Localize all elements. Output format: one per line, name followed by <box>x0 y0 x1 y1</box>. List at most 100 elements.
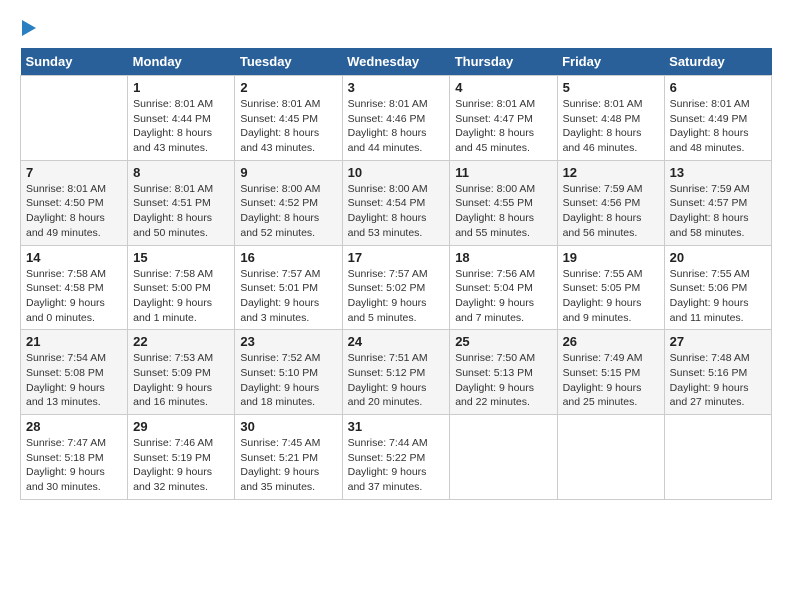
calendar-cell: 5Sunrise: 8:01 AMSunset: 4:48 PMDaylight… <box>557 76 664 161</box>
calendar-cell: 1 Sunrise: 8:01 AMSunset: 4:44 PMDaylight… <box>128 76 235 161</box>
weekday-header-sunday: Sunday <box>21 48 128 76</box>
day-number: 26 <box>563 334 659 349</box>
calendar-cell: 20 Sunrise: 7:55 AMSunset: 5:06 PMDayligh… <box>664 245 771 330</box>
calendar-cell: 30Sunrise: 7:45 AMSunset: 5:21 PMDayligh… <box>235 415 342 500</box>
day-number: 16 <box>240 250 336 265</box>
day-info: Sunrise: 7:59 AMSunset: 4:56 PMDaylight:… <box>563 182 659 241</box>
calendar-cell: 28 Sunrise: 7:47 AMSunset: 5:18 PMDayligh… <box>21 415 128 500</box>
calendar-cell: 9 Sunrise: 8:00 AMSunset: 4:52 PMDaylight… <box>235 160 342 245</box>
day-info: Sunrise: 7:54 AMSunset: 5:08 PMDaylight:… <box>26 351 122 410</box>
day-info: Sunrise: 7:55 AMSunset: 5:06 PMDaylight:… <box>670 267 766 326</box>
calendar-cell: 10 Sunrise: 8:00 AMSunset: 4:54 PMDayligh… <box>342 160 450 245</box>
calendar-table: SundayMondayTuesdayWednesdayThursdayFrid… <box>20 48 772 500</box>
calendar-week-row: 21 Sunrise: 7:54 AMSunset: 5:08 PMDayligh… <box>21 330 772 415</box>
day-number: 5 <box>563 80 659 95</box>
day-number: 1 <box>133 80 229 95</box>
day-info: Sunrise: 7:58 AMSunset: 5:00 PMDaylight:… <box>133 267 229 326</box>
calendar-cell: 21 Sunrise: 7:54 AMSunset: 5:08 PMDayligh… <box>21 330 128 415</box>
day-info: Sunrise: 8:01 AMSunset: 4:50 PMDaylight:… <box>26 182 122 241</box>
day-info: Sunrise: 7:58 AMSunset: 4:58 PMDaylight:… <box>26 267 122 326</box>
calendar-cell: 23 Sunrise: 7:52 AMSunset: 5:10 PMDayligh… <box>235 330 342 415</box>
day-info: Sunrise: 8:01 AMSunset: 4:45 PMDaylight:… <box>240 97 336 156</box>
day-info: Sunrise: 7:56 AMSunset: 5:04 PMDaylight:… <box>455 267 551 326</box>
day-number: 24 <box>348 334 445 349</box>
calendar-week-row: 1 Sunrise: 8:01 AMSunset: 4:44 PMDaylight… <box>21 76 772 161</box>
day-number: 21 <box>26 334 122 349</box>
day-info: Sunrise: 8:01 AMSunset: 4:51 PMDaylight:… <box>133 182 229 241</box>
weekday-header-thursday: Thursday <box>450 48 557 76</box>
calendar-cell: 17 Sunrise: 7:57 AMSunset: 5:02 PMDayligh… <box>342 245 450 330</box>
calendar-cell: 12 Sunrise: 7:59 AMSunset: 4:56 PMDayligh… <box>557 160 664 245</box>
calendar-cell: 29 Sunrise: 7:46 AMSunset: 5:19 PMDayligh… <box>128 415 235 500</box>
day-number: 11 <box>455 165 551 180</box>
calendar-cell: 15Sunrise: 7:58 AMSunset: 5:00 PMDayligh… <box>128 245 235 330</box>
day-info: Sunrise: 8:00 AMSunset: 4:52 PMDaylight:… <box>240 182 336 241</box>
calendar-cell <box>664 415 771 500</box>
day-info: Sunrise: 7:46 AMSunset: 5:19 PMDaylight:… <box>133 436 229 495</box>
calendar-week-row: 7 Sunrise: 8:01 AMSunset: 4:50 PMDaylight… <box>21 160 772 245</box>
calendar-cell: 8 Sunrise: 8:01 AMSunset: 4:51 PMDaylight… <box>128 160 235 245</box>
weekday-header-friday: Friday <box>557 48 664 76</box>
weekday-header-row: SundayMondayTuesdayWednesdayThursdayFrid… <box>21 48 772 76</box>
day-info: Sunrise: 7:44 AMSunset: 5:22 PMDaylight:… <box>348 436 445 495</box>
calendar-week-row: 28 Sunrise: 7:47 AMSunset: 5:18 PMDayligh… <box>21 415 772 500</box>
day-info: Sunrise: 7:51 AMSunset: 5:12 PMDaylight:… <box>348 351 445 410</box>
day-number: 29 <box>133 419 229 434</box>
page-header <box>20 20 772 36</box>
day-number: 22 <box>133 334 229 349</box>
day-info: Sunrise: 7:53 AMSunset: 5:09 PMDaylight:… <box>133 351 229 410</box>
calendar-cell: 13Sunrise: 7:59 AMSunset: 4:57 PMDayligh… <box>664 160 771 245</box>
calendar-cell: 3Sunrise: 8:01 AMSunset: 4:46 PMDaylight… <box>342 76 450 161</box>
day-info: Sunrise: 7:59 AMSunset: 4:57 PMDaylight:… <box>670 182 766 241</box>
day-info: Sunrise: 7:48 AMSunset: 5:16 PMDaylight:… <box>670 351 766 410</box>
weekday-header-saturday: Saturday <box>664 48 771 76</box>
day-info: Sunrise: 7:52 AMSunset: 5:10 PMDaylight:… <box>240 351 336 410</box>
day-number: 19 <box>563 250 659 265</box>
day-number: 18 <box>455 250 551 265</box>
day-number: 10 <box>348 165 445 180</box>
calendar-cell <box>557 415 664 500</box>
calendar-cell: 16 Sunrise: 7:57 AMSunset: 5:01 PMDayligh… <box>235 245 342 330</box>
calendar-cell <box>450 415 557 500</box>
calendar-week-row: 14 Sunrise: 7:58 AMSunset: 4:58 PMDayligh… <box>21 245 772 330</box>
day-info: Sunrise: 7:55 AMSunset: 5:05 PMDaylight:… <box>563 267 659 326</box>
day-number: 6 <box>670 80 766 95</box>
day-info: Sunrise: 7:57 AMSunset: 5:02 PMDaylight:… <box>348 267 445 326</box>
day-number: 23 <box>240 334 336 349</box>
calendar-cell: 2 Sunrise: 8:01 AMSunset: 4:45 PMDaylight… <box>235 76 342 161</box>
day-number: 2 <box>240 80 336 95</box>
day-number: 9 <box>240 165 336 180</box>
day-info: Sunrise: 7:49 AMSunset: 5:15 PMDaylight:… <box>563 351 659 410</box>
logo-arrow-icon <box>22 20 36 36</box>
day-info: Sunrise: 8:01 AMSunset: 4:49 PMDaylight:… <box>670 97 766 156</box>
calendar-cell: 19 Sunrise: 7:55 AMSunset: 5:05 PMDayligh… <box>557 245 664 330</box>
calendar-cell: 6 Sunrise: 8:01 AMSunset: 4:49 PMDaylight… <box>664 76 771 161</box>
calendar-cell: 25Sunrise: 7:50 AMSunset: 5:13 PMDayligh… <box>450 330 557 415</box>
day-number: 3 <box>348 80 445 95</box>
day-number: 14 <box>26 250 122 265</box>
calendar-cell: 27 Sunrise: 7:48 AMSunset: 5:16 PMDayligh… <box>664 330 771 415</box>
calendar-cell: 7 Sunrise: 8:01 AMSunset: 4:50 PMDaylight… <box>21 160 128 245</box>
day-info: Sunrise: 8:01 AMSunset: 4:44 PMDaylight:… <box>133 97 229 156</box>
calendar-cell: 31Sunrise: 7:44 AMSunset: 5:22 PMDayligh… <box>342 415 450 500</box>
calendar-cell <box>21 76 128 161</box>
day-number: 28 <box>26 419 122 434</box>
day-info: Sunrise: 8:00 AMSunset: 4:55 PMDaylight:… <box>455 182 551 241</box>
day-number: 27 <box>670 334 766 349</box>
day-info: Sunrise: 7:47 AMSunset: 5:18 PMDaylight:… <box>26 436 122 495</box>
day-number: 7 <box>26 165 122 180</box>
calendar-cell: 26 Sunrise: 7:49 AMSunset: 5:15 PMDayligh… <box>557 330 664 415</box>
day-number: 17 <box>348 250 445 265</box>
day-number: 20 <box>670 250 766 265</box>
calendar-cell: 24 Sunrise: 7:51 AMSunset: 5:12 PMDayligh… <box>342 330 450 415</box>
day-info: Sunrise: 8:00 AMSunset: 4:54 PMDaylight:… <box>348 182 445 241</box>
weekday-header-tuesday: Tuesday <box>235 48 342 76</box>
day-info: Sunrise: 8:01 AMSunset: 4:47 PMDaylight:… <box>455 97 551 156</box>
day-info: Sunrise: 7:57 AMSunset: 5:01 PMDaylight:… <box>240 267 336 326</box>
day-number: 8 <box>133 165 229 180</box>
calendar-cell: 18 Sunrise: 7:56 AMSunset: 5:04 PMDayligh… <box>450 245 557 330</box>
day-number: 12 <box>563 165 659 180</box>
calendar-cell: 11 Sunrise: 8:00 AMSunset: 4:55 PMDayligh… <box>450 160 557 245</box>
day-number: 25 <box>455 334 551 349</box>
calendar-cell: 4Sunrise: 8:01 AMSunset: 4:47 PMDaylight… <box>450 76 557 161</box>
